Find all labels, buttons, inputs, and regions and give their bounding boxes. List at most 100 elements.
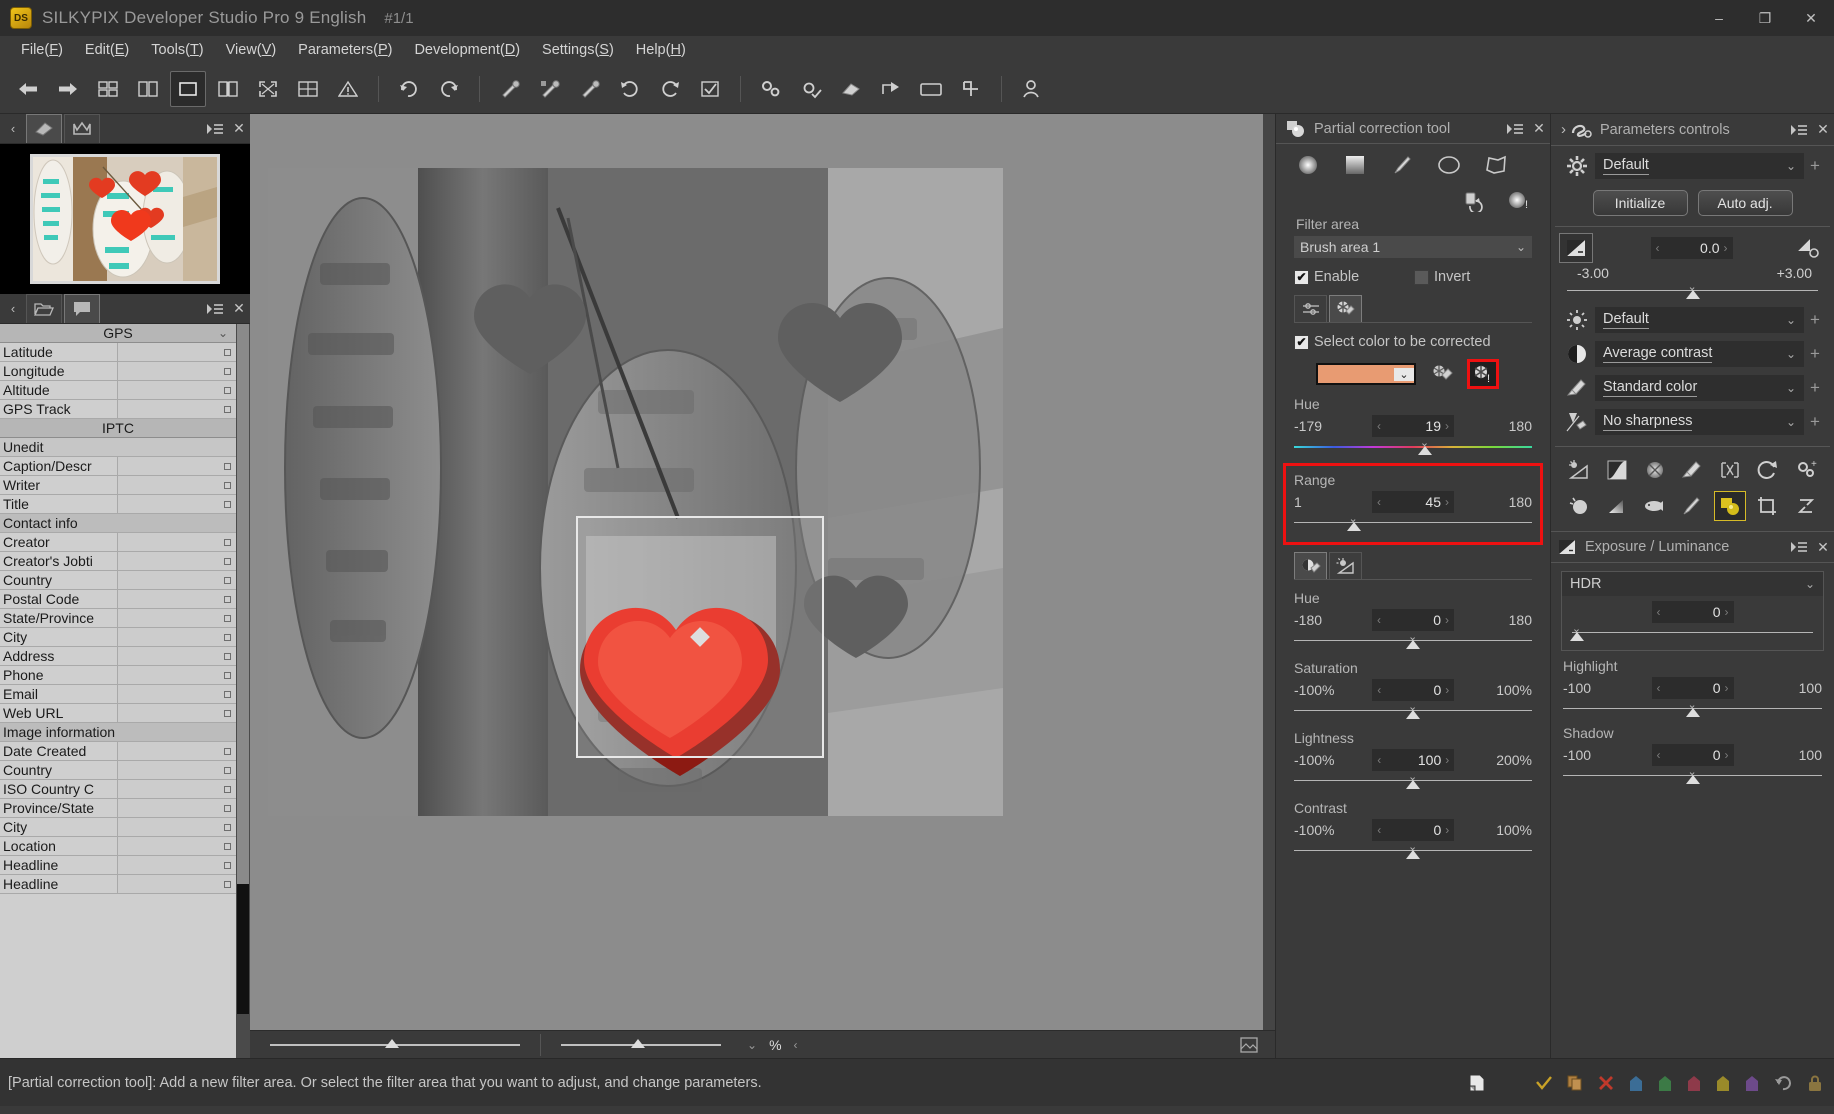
hdr-track[interactable]: ⌄ xyxy=(1569,623,1813,642)
metadata-edit-box[interactable] xyxy=(224,710,231,717)
viewer-slider-knob[interactable] xyxy=(385,1038,399,1048)
noise-reduction-icon[interactable] xyxy=(1639,455,1671,485)
metadata-panel-close-icon[interactable]: ✕ xyxy=(228,294,250,323)
slider-spinner[interactable]: ‹ 100 › xyxy=(1372,749,1455,771)
metadata-value[interactable] xyxy=(118,856,236,874)
metadata-value[interactable] xyxy=(118,837,236,855)
menu-settings[interactable]: Settings(S) xyxy=(531,39,625,61)
metadata-tab-icon[interactable] xyxy=(64,294,100,323)
taste-add-button[interactable]: + xyxy=(1804,156,1826,176)
metadata-edit-box[interactable] xyxy=(224,634,231,641)
metadata-scrollbar[interactable] xyxy=(236,324,250,1058)
slider-knob[interactable] xyxy=(1685,708,1700,717)
gradient-icon[interactable] xyxy=(1601,491,1633,521)
slider-spinner[interactable]: ‹ 0 › xyxy=(1372,819,1455,841)
viewer-slider[interactable] xyxy=(270,1038,520,1048)
maximize-button[interactable]: ❐ xyxy=(1742,0,1788,36)
metadata-row[interactable]: City xyxy=(0,818,236,837)
metadata-value[interactable] xyxy=(118,362,236,380)
develop-check-icon[interactable] xyxy=(793,71,829,107)
spin-right-icon[interactable]: › xyxy=(1445,683,1449,697)
parameter-add-button[interactable]: + xyxy=(1804,378,1826,398)
metadata-row[interactable]: Unedit ⌄ xyxy=(0,326,236,457)
metadata-value[interactable] xyxy=(118,685,236,703)
reset-brush-icon[interactable] xyxy=(1460,189,1486,213)
metadata-edit-box[interactable] xyxy=(224,501,231,508)
slider-spinner[interactable]: ‹ 19 › xyxy=(1372,415,1454,437)
menu-tools[interactable]: Tools(T) xyxy=(140,39,214,61)
person-icon[interactable] xyxy=(1014,71,1050,107)
metadata-row[interactable]: Headline xyxy=(0,856,236,875)
left-tabs-collapse-icon[interactable]: ‹ xyxy=(0,114,26,143)
exposure-bias-spinner[interactable]: ‹ 0.0 › xyxy=(1650,237,1733,259)
metadata-value[interactable] xyxy=(118,495,236,513)
enable-checkbox[interactable]: ✔ xyxy=(1294,269,1309,285)
tone-icon[interactable] xyxy=(1563,455,1595,485)
linear-gradient-icon[interactable] xyxy=(1341,152,1369,178)
menu-view[interactable]: View(V) xyxy=(215,39,288,61)
metadata-edit-box[interactable] xyxy=(224,653,231,660)
dodge-burn-icon[interactable] xyxy=(1563,491,1595,521)
menu-help[interactable]: Help(H) xyxy=(625,39,697,61)
metadata-row[interactable]: Date Created xyxy=(0,742,236,761)
parameters-expand-icon[interactable]: › xyxy=(1557,121,1570,138)
metadata-row[interactable]: Location xyxy=(0,837,236,856)
slider-knob[interactable] xyxy=(1406,640,1420,649)
viewer-zoom-slider-knob[interactable] xyxy=(631,1038,645,1048)
red-flag[interactable] xyxy=(1686,1074,1702,1092)
metadata-edit-box[interactable] xyxy=(224,843,231,850)
exposure-bias-knob[interactable] xyxy=(1685,290,1700,299)
slider-spinner[interactable]: ‹ 0 › xyxy=(1651,677,1734,699)
compare-view-icon[interactable] xyxy=(210,71,246,107)
spin-right-icon[interactable]: › xyxy=(1445,495,1449,509)
metadata-row[interactable]: Creator's Jobti xyxy=(0,552,236,571)
hdr-spinner[interactable]: ‹ 0 › xyxy=(1651,601,1734,623)
metadata-value[interactable] xyxy=(118,609,236,627)
spin-right-icon[interactable]: › xyxy=(1445,823,1449,837)
metadata-value[interactable] xyxy=(118,552,236,570)
metadata-edit-box[interactable] xyxy=(224,406,231,413)
blue-flag[interactable] xyxy=(1628,1074,1644,1092)
parameter-select[interactable]: Default ⌄ xyxy=(1595,307,1804,333)
purple-flag[interactable] xyxy=(1744,1074,1760,1092)
filter-area-select[interactable]: Brush area 1 ⌄ xyxy=(1294,236,1532,258)
selected-color-swatch[interactable]: ⌄ xyxy=(1316,363,1416,385)
metadata-row[interactable]: Country xyxy=(0,571,236,590)
metadata-edit-box[interactable] xyxy=(224,349,231,356)
filter-area-handle[interactable] xyxy=(690,627,710,647)
metadata-value[interactable] xyxy=(118,780,236,798)
spin-right-icon[interactable]: › xyxy=(1724,241,1728,255)
metadata-edit-box[interactable] xyxy=(224,748,231,755)
menu-development[interactable]: Development(D) xyxy=(403,39,531,61)
partial-correction-close-icon[interactable]: ✕ xyxy=(1528,120,1550,137)
invert-checkbox[interactable] xyxy=(1414,269,1429,285)
fullscreen-icon[interactable] xyxy=(250,71,286,107)
metadata-edit-box[interactable] xyxy=(224,672,231,679)
metadata-edit-box[interactable] xyxy=(224,786,231,793)
parameter-select[interactable]: Average contrast ⌄ xyxy=(1595,341,1804,367)
metadata-row[interactable]: Title xyxy=(0,495,236,514)
metadata-row[interactable]: Caption/Descr xyxy=(0,457,236,476)
parameter-select[interactable]: No sharpness ⌄ xyxy=(1595,409,1804,435)
metadata-row[interactable]: State/Province xyxy=(0,609,236,628)
circular-gradient-icon[interactable] xyxy=(1294,152,1322,178)
metadata-row[interactable]: Creator xyxy=(0,533,236,552)
metadata-value[interactable] xyxy=(118,343,236,361)
redo-icon[interactable] xyxy=(431,71,467,107)
tone-curve-icon[interactable] xyxy=(1601,455,1633,485)
invert-checkbox-group[interactable]: Invert xyxy=(1414,269,1470,285)
slider-spinner[interactable]: ‹ 0 › xyxy=(1651,744,1734,766)
metadata-value[interactable] xyxy=(118,704,236,722)
slider-knob[interactable] xyxy=(1685,775,1700,784)
exposure-bias-icon[interactable] xyxy=(1559,233,1593,263)
spin-right-icon[interactable]: › xyxy=(1725,605,1729,619)
rotate-left-icon[interactable] xyxy=(612,71,648,107)
hdr-select[interactable]: HDR ⌄ xyxy=(1562,572,1823,596)
metadata-row[interactable]: Altitude xyxy=(0,381,236,400)
fisheye-icon[interactable] xyxy=(1639,491,1671,521)
thumbnail-tab-icon[interactable] xyxy=(26,114,62,143)
viewer-vertical-scrollbar[interactable] xyxy=(1263,114,1275,1030)
export-icon[interactable] xyxy=(873,71,909,107)
taste-select[interactable]: Default ⌄ xyxy=(1595,153,1804,179)
lock-flag[interactable] xyxy=(1806,1074,1824,1092)
